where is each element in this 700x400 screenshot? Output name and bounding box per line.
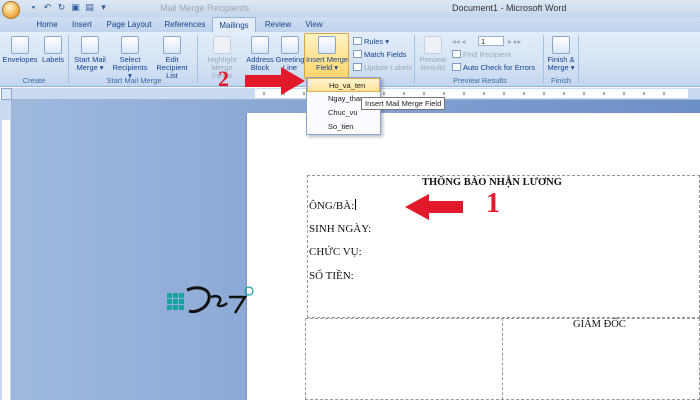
document-table	[307, 175, 700, 318]
group-label-start-merge: Start Mail Merge	[106, 76, 162, 85]
title-bar: ▪ ↶ ↻ ▣ ▤ ▾ Mail Merge Recipients Docume…	[0, 0, 700, 19]
vertical-ruler-page-area	[2, 120, 10, 400]
tab-insert[interactable]: Insert	[66, 17, 98, 32]
highlight-icon	[213, 36, 231, 54]
next-record-button[interactable]: ▸ ▸▸	[508, 37, 521, 46]
tab-home[interactable]: Home	[30, 17, 64, 32]
record-number-input[interactable]: 1	[478, 36, 504, 46]
vertical-ruler[interactable]	[0, 100, 12, 400]
update-labels-button[interactable]: Update Labels	[353, 63, 412, 72]
finish-merge-button[interactable]: Finish & Merge ▾	[546, 36, 576, 72]
group-label-create: Create	[22, 76, 46, 85]
tab-selector[interactable]	[1, 88, 12, 100]
annotation-number-1: 1	[486, 188, 500, 219]
tab-references[interactable]: References	[160, 17, 210, 32]
finish-merge-icon	[552, 36, 570, 54]
rules-icon	[353, 37, 362, 45]
labels-icon	[44, 36, 62, 54]
edit-list-icon	[163, 36, 181, 54]
start-mail-merge-button[interactable]: Start Mail Merge ▾	[72, 36, 108, 72]
insert-merge-field-button[interactable]: Insert Merge Field ▾	[305, 36, 349, 72]
tab-mailings[interactable]: Mailings	[212, 17, 256, 33]
window-title: Document1 - Microsoft Word	[452, 3, 567, 13]
document-heading: THÔNG BÁO NHẬN LƯƠNG	[422, 177, 562, 188]
birth-date-line[interactable]: SINH NGÀY:	[309, 223, 371, 235]
customize-qat-icon[interactable]: ▾	[98, 2, 109, 13]
update-labels-icon	[353, 63, 362, 71]
group-divider	[197, 35, 198, 83]
labels-button[interactable]: Labels	[40, 36, 66, 64]
quick-access-toolbar: ▪ ↶ ↻ ▣ ▤ ▾	[24, 2, 109, 13]
ribbon-tabs: Home Insert Page Layout References Maili…	[0, 17, 700, 33]
find-recipient-icon	[452, 50, 461, 58]
amount-line[interactable]: SỐ TIỀN:	[309, 270, 354, 282]
undo-icon[interactable]: ↶	[42, 2, 53, 13]
tab-page-layout[interactable]: Page Layout	[100, 17, 158, 32]
annotation-number-2: 2	[218, 66, 229, 91]
signature-label: GIÁM ĐỐC	[573, 319, 626, 330]
redo-icon[interactable]: ↻	[56, 2, 67, 13]
first-record-button[interactable]: ◂◂ ◂	[452, 37, 465, 46]
ghost-title: Mail Merge Recipients	[160, 3, 250, 13]
rules-button[interactable]: Rules ▾	[353, 37, 389, 46]
auto-check-errors-button[interactable]: Auto Check for Errors	[452, 63, 535, 72]
recipients-icon	[121, 36, 139, 54]
tab-view[interactable]: View	[300, 17, 328, 32]
group-divider	[543, 35, 544, 83]
find-recipient-button[interactable]: Find Recipient	[452, 50, 511, 59]
insert-field-icon	[318, 36, 336, 54]
group-label-preview: Preview Results	[453, 76, 507, 85]
text-cursor	[355, 199, 357, 210]
group-divider	[414, 35, 415, 83]
group-divider	[578, 35, 579, 83]
signature-table-divider	[502, 318, 503, 400]
print-icon[interactable]: ▣	[70, 2, 81, 13]
office-button[interactable]	[2, 1, 20, 19]
save-icon[interactable]: ▪	[28, 2, 39, 13]
match-fields-button[interactable]: Match Fields	[353, 50, 407, 59]
site-logo	[167, 286, 254, 314]
preview-results-button[interactable]: Preview Results	[418, 36, 448, 72]
greeting-line-icon	[281, 36, 299, 54]
select-recipients-button[interactable]: Select Recipients ▾	[110, 36, 150, 80]
position-line[interactable]: CHỨC VỤ:	[309, 246, 362, 258]
envelopes-button[interactable]: Envelopes	[2, 36, 38, 64]
envelope-icon	[11, 36, 29, 54]
auto-check-icon	[452, 63, 461, 71]
preview-icon	[424, 36, 442, 54]
group-label-finish: Finish	[550, 76, 571, 85]
group-divider	[68, 35, 69, 83]
merge-field-ho-va-ten[interactable]: Ho_va_ten	[307, 78, 380, 92]
tooltip: Insert Mail Merge Field	[361, 97, 446, 110]
doc-icon[interactable]: ▤	[84, 2, 95, 13]
annotation-arrow-2	[245, 67, 305, 95]
merge-field-so-tien[interactable]: So_tien	[307, 120, 380, 134]
address-block-icon	[251, 36, 269, 54]
start-merge-icon	[81, 36, 99, 54]
recipient-name-line[interactable]: ÔNG/BÀ:	[309, 199, 357, 212]
match-fields-icon	[353, 50, 362, 58]
annotation-arrow-1	[405, 194, 463, 220]
edit-recipient-list-button[interactable]: Edit Recipient List	[150, 36, 194, 80]
tab-review[interactable]: Review	[260, 17, 296, 32]
